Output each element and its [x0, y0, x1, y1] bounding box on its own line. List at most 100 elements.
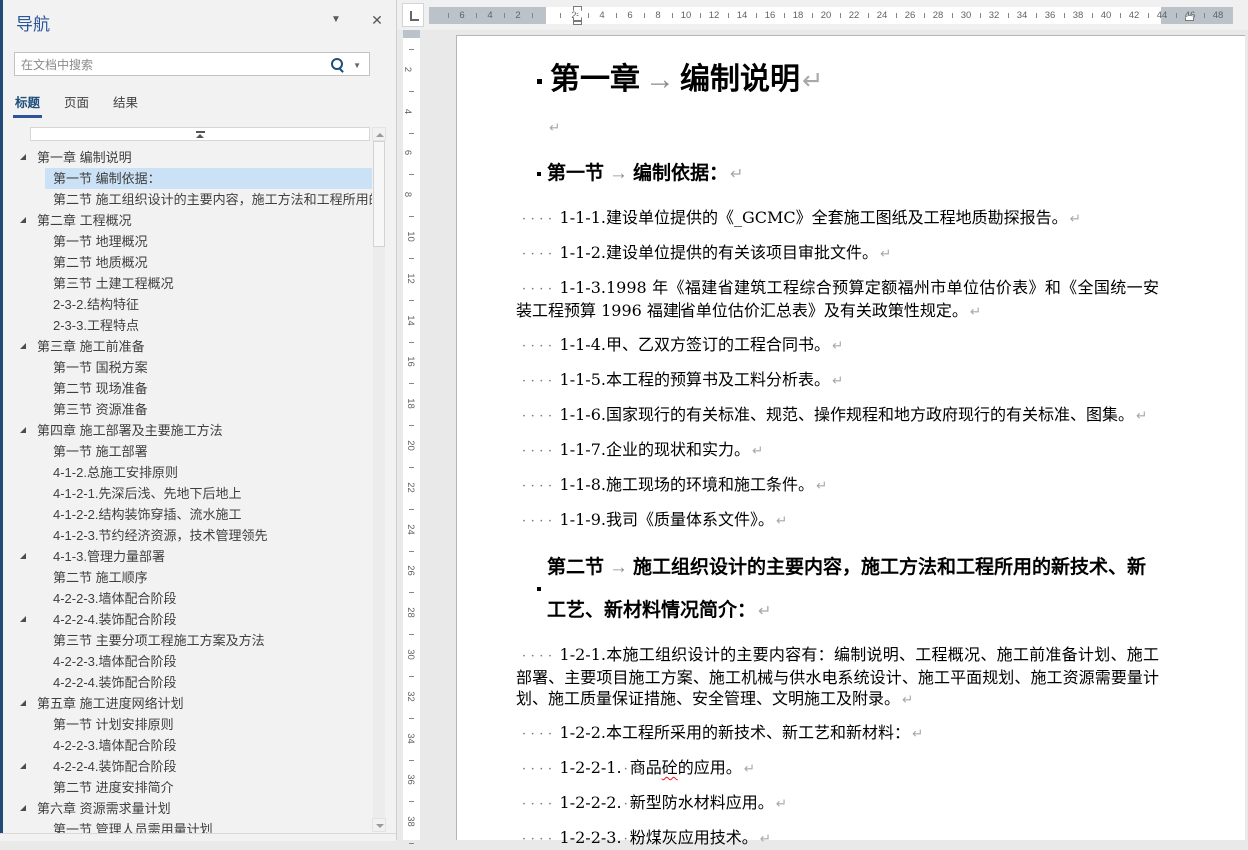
doc-paragraph[interactable]: ····1-1-9.我司《质量体系文件》。↵ — [516, 509, 1159, 532]
collapse-triangle-icon[interactable] — [20, 616, 26, 622]
ruler-number: 16 — [765, 10, 776, 21]
search-options-chevron-icon[interactable]: ▼ — [353, 61, 361, 70]
doc-paragraph[interactable]: ····1-1-6.国家现行的有关标准、规范、操作规程和地方政府现行的有关标准、… — [516, 404, 1159, 427]
collapse-triangle-icon[interactable] — [20, 343, 26, 349]
nav-tree-item[interactable]: 第五章 施工进度网络计划 — [0, 693, 382, 714]
nav-tree-item[interactable]: 第二节 施工顺序 — [0, 567, 382, 588]
doc-paragraph[interactable]: ····1-1-2.建设单位提供的有关该项目审批文件。↵ — [516, 242, 1159, 265]
nav-tree-item[interactable]: 第三章 施工前准备 — [0, 336, 382, 357]
nav-tree-item[interactable]: 第一章 编制说明 — [0, 147, 382, 168]
nav-tree-item[interactable]: 第一节 施工部署 — [0, 441, 382, 462]
doc-heading[interactable]: 第一章→编制说明↵ — [550, 60, 1159, 101]
doc-paragraph[interactable]: ····1-2-2.本工程所采用的新技术、新工艺和新材料：↵ — [516, 722, 1159, 745]
nav-tree-item[interactable]: 第一节 地理概况 — [0, 231, 382, 252]
left-indent-marker[interactable] — [573, 21, 582, 25]
nav-tree-item[interactable]: 4-2-2-3.墙体配合阶段 — [0, 651, 382, 672]
nav-tree-item[interactable]: 第三节 土建工程概况 — [0, 273, 382, 294]
nav-item-label: 4-1-2-1.先深后浅、先地下后地上 — [53, 486, 242, 501]
jump-to-top-button[interactable] — [30, 127, 370, 141]
collapse-triangle-icon[interactable] — [20, 805, 26, 811]
nav-tree-item[interactable]: 第二节 地质概况 — [0, 252, 382, 273]
tab-selector-button[interactable] — [402, 3, 424, 27]
doc-paragraph[interactable]: ····1-2-1.本施工组织设计的主要内容有：编制说明、工程概况、施工前准备计… — [516, 644, 1159, 710]
doc-heading[interactable]: 第一节→编制依据：↵ — [547, 152, 1159, 195]
nav-tree-item[interactable]: 2-3-3.工程特点 — [0, 315, 382, 336]
tab-headings[interactable]: 标题 — [15, 92, 40, 118]
collapse-triangle-icon[interactable] — [20, 427, 26, 433]
nav-tree-item[interactable]: 第二章 工程概况 — [0, 210, 382, 231]
scroll-up-icon[interactable] — [372, 127, 386, 141]
doc-paragraph[interactable]: ····1-1-1.建设单位提供的《_GCMC》全套施工图纸及工程地质勘探报告。… — [516, 207, 1159, 230]
nav-tree-item[interactable]: 第三节 主要分项工程施工方案及方法 — [0, 630, 382, 651]
doc-paragraph[interactable]: ····1-1-4.甲、乙双方签订的工程合同书。↵ — [516, 334, 1159, 357]
nav-tree-item[interactable]: 第一节 编制依据： — [0, 168, 382, 189]
collapse-triangle-icon[interactable] — [20, 154, 26, 160]
tab-results[interactable]: 结果 — [113, 92, 138, 118]
paragraph-mark: ↵ — [910, 726, 923, 741]
nav-tree-item[interactable]: 第六章 资源需求量计划 — [0, 798, 382, 819]
scrollbar-thumb[interactable] — [373, 141, 385, 247]
doc-paragraph[interactable]: ····1-2-2-2.·新型防水材料应用。↵ — [516, 792, 1159, 815]
nav-tree-item[interactable]: 第一节 国税方案 — [0, 357, 382, 378]
scrollbar-track[interactable] — [373, 141, 385, 818]
ruler-number: 16 — [405, 357, 416, 368]
ruler-number: 4 — [487, 10, 492, 21]
nav-item-label: 第一节 国税方案 — [53, 360, 148, 375]
nav-tree-item[interactable]: 4-2-2-3.墙体配合阶段 — [0, 588, 382, 609]
paragraph-mark: ↵ — [900, 692, 913, 707]
nav-tree-item[interactable]: 4-1-2-2.结构装饰穿插、流水施工 — [0, 504, 382, 525]
doc-content: 第一章→编制说明↵ ↵ 第一节→编制依据：↵ ····1-1-1.建设单位提供的《_G… — [516, 56, 1159, 850]
space-mark: · — [624, 797, 628, 812]
doc-paragraph[interactable]: ····1-1-5.本工程的预算书及工料分析表。↵ — [516, 369, 1159, 392]
heading-text: 施工组织设计的主要内容，施工方法和工程所用的新技术、新工艺、新材料情况简介： — [547, 556, 1146, 621]
nav-item-label: 4-1-2-2.结构装饰穿插、流水施工 — [53, 507, 242, 522]
scroll-down-icon[interactable] — [372, 818, 386, 832]
nav-tree-item[interactable]: 4-2-2-4.装饰配合阶段 — [0, 609, 382, 630]
nav-tree-item[interactable]: 4-2-2-4.装饰配合阶段 — [0, 756, 382, 777]
nav-tree-item[interactable]: 4-2-2-3.墙体配合阶段 — [0, 735, 382, 756]
nav-tree-item[interactable]: 2-3-2.结构特征 — [0, 294, 382, 315]
nav-tree-item[interactable]: 第一节 计划安排原则 — [0, 714, 382, 735]
chevron-down-icon[interactable]: ▼ — [328, 14, 344, 30]
doc-empty-paragraph[interactable]: ↵ — [547, 117, 1159, 138]
nav-tree-item[interactable]: 4-1-2-3.节约经济资源，技术管理领先 — [0, 525, 382, 546]
ruler-number: 12 — [709, 10, 720, 21]
text-run: 建设单位提供的有关该项目审批文件。 — [606, 243, 878, 262]
ruler-number: 20 — [821, 10, 832, 21]
document-page[interactable]: 第一章→编制说明↵ ↵ 第一节→编制依据：↵ ····1-1-1.建设单位提供的《_G… — [456, 35, 1245, 840]
space-marks: ···· — [522, 409, 557, 424]
nav-tree-item[interactable]: 第二节 现场准备 — [0, 378, 382, 399]
nav-tree-item[interactable]: 第四章 施工部署及主要施工方法 — [0, 420, 382, 441]
search-icon[interactable] — [331, 58, 343, 70]
doc-paragraph[interactable]: ····1-2-2-3.·粉煤灰应用技术。↵ — [516, 827, 1159, 850]
text-run: 的应用。 — [678, 758, 742, 777]
search-box: ▼ — [14, 52, 370, 76]
tab-pages[interactable]: 页面 — [64, 92, 89, 118]
nav-tree-item[interactable]: 4-1-2-1.先深后浅、先地下后地上 — [0, 483, 382, 504]
doc-paragraph[interactable]: ····1-1-8.施工现场的环境和施工条件。↵ — [516, 474, 1159, 497]
collapse-triangle-icon[interactable] — [20, 553, 26, 559]
nav-tree-item[interactable]: 第二节 进度安排简介 — [0, 777, 382, 798]
doc-paragraph[interactable]: ····1-1-7.企业的现状和实力。↵ — [516, 439, 1159, 462]
list-number: 1-1-3. — [560, 278, 606, 297]
text-run: 省单位估价汇总表》及有关政策性规定。 — [680, 301, 968, 320]
paragraph-mark: ↵ — [878, 246, 891, 261]
nav-tree-item[interactable]: 第三节 资源准备 — [0, 399, 382, 420]
doc-paragraph[interactable]: ····1-2-2-1.·商品砼的应用。↵ — [516, 757, 1159, 780]
doc-heading[interactable]: 第二节→施工组织设计的主要内容，施工方法和工程所用的新技术、新工艺、新材料情况简… — [547, 546, 1159, 632]
collapse-triangle-icon[interactable] — [20, 700, 26, 706]
text-run: 施工现场的环境和施工条件。 — [606, 475, 814, 494]
collapse-triangle-icon[interactable] — [20, 217, 26, 223]
nav-item-label: 第一节 地理概况 — [53, 234, 148, 249]
nav-tree-item[interactable]: 4-1-2.总施工安排原则 — [0, 462, 382, 483]
close-icon[interactable]: ✕ — [368, 12, 386, 30]
nav-tree-item[interactable]: 第二节 施工组织设计的主要内容，施工方法和工程所用的... — [0, 189, 382, 210]
doc-paragraph[interactable]: ····1-1-3.1998 年《福建省建筑工程综合预算定额福州市单位估价表》和… — [516, 277, 1159, 322]
tree-scrollbar[interactable] — [372, 127, 386, 833]
search-input[interactable] — [19, 54, 323, 76]
ruler-number: 30 — [961, 10, 972, 21]
nav-tree-item[interactable]: 4-2-2-4.装饰配合阶段 — [0, 672, 382, 693]
collapse-triangle-icon[interactable] — [20, 763, 26, 769]
nav-tree-item[interactable]: 4-1-3.管理力量部署 — [0, 546, 382, 567]
nav-tree-item[interactable]: 第一节 管理人员需用量计划 — [0, 819, 382, 833]
